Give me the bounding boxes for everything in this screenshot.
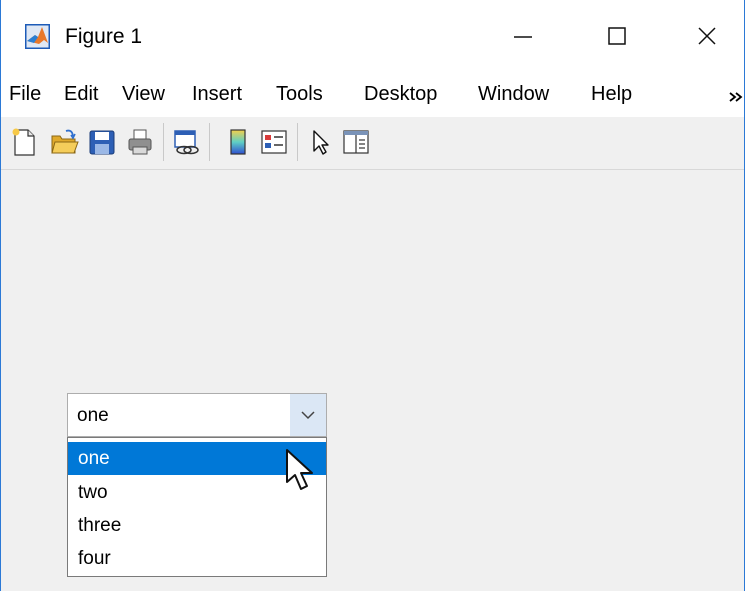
toolbar-separator bbox=[163, 123, 164, 161]
minimize-icon bbox=[514, 36, 532, 38]
edit-plot-button[interactable] bbox=[305, 127, 335, 157]
matlab-logo-icon bbox=[25, 24, 50, 49]
menu-help[interactable]: Help bbox=[591, 82, 632, 106]
insert-legend-button[interactable] bbox=[259, 127, 289, 157]
menu-edit[interactable]: Edit bbox=[64, 82, 98, 106]
title-bar[interactable]: Figure 1 bbox=[1, 0, 744, 72]
close-icon bbox=[698, 27, 716, 45]
menu-view[interactable]: View bbox=[122, 82, 165, 106]
link-plot-button[interactable] bbox=[171, 127, 201, 157]
print-figure-icon bbox=[128, 129, 152, 155]
dropdown-option-four[interactable]: four bbox=[68, 542, 326, 575]
window-title: Figure 1 bbox=[65, 25, 143, 48]
maximize-button[interactable] bbox=[585, 0, 649, 72]
menu-insert[interactable]: Insert bbox=[192, 82, 242, 106]
open-file-icon bbox=[51, 129, 79, 154]
menu-tools[interactable]: Tools bbox=[276, 82, 323, 106]
insert-colorbar-button[interactable] bbox=[223, 127, 253, 157]
toolbar-separator bbox=[209, 123, 210, 161]
insert-colorbar-icon bbox=[230, 129, 246, 155]
minimize-button[interactable] bbox=[491, 0, 555, 72]
menu-file[interactable]: File bbox=[9, 82, 41, 106]
open-file-button[interactable] bbox=[49, 127, 79, 157]
property-inspector-button[interactable] bbox=[341, 127, 371, 157]
property-inspector-icon bbox=[343, 130, 369, 154]
new-figure-button[interactable] bbox=[9, 127, 39, 157]
link-plot-icon bbox=[174, 130, 199, 155]
popup-menu[interactable]: one bbox=[67, 393, 327, 437]
insert-legend-icon bbox=[261, 130, 287, 154]
chevron-more-icon[interactable] bbox=[729, 91, 743, 103]
mouse-pointer-icon bbox=[286, 449, 313, 490]
figure-window: Figure 1 File Edit View Insert Tools Des… bbox=[0, 0, 745, 591]
save-figure-button[interactable] bbox=[87, 127, 117, 157]
menu-desktop[interactable]: Desktop bbox=[364, 82, 437, 106]
chevron-down-icon bbox=[301, 411, 315, 420]
menu-window[interactable]: Window bbox=[478, 82, 549, 106]
maximize-icon bbox=[608, 27, 626, 45]
dropdown-option-three[interactable]: three bbox=[68, 509, 326, 542]
edit-plot-icon bbox=[313, 130, 329, 155]
toolbar-separator bbox=[297, 123, 298, 161]
new-figure-icon bbox=[12, 128, 35, 156]
menu-bar: File Edit View Insert Tools Desktop Wind… bbox=[1, 72, 744, 117]
close-button[interactable] bbox=[675, 0, 739, 72]
popup-menu-value: one bbox=[77, 405, 109, 426]
figure-toolbar bbox=[1, 117, 744, 170]
print-figure-button[interactable] bbox=[125, 127, 155, 157]
save-figure-icon bbox=[89, 130, 115, 155]
popup-menu-arrow-button[interactable] bbox=[290, 394, 326, 436]
